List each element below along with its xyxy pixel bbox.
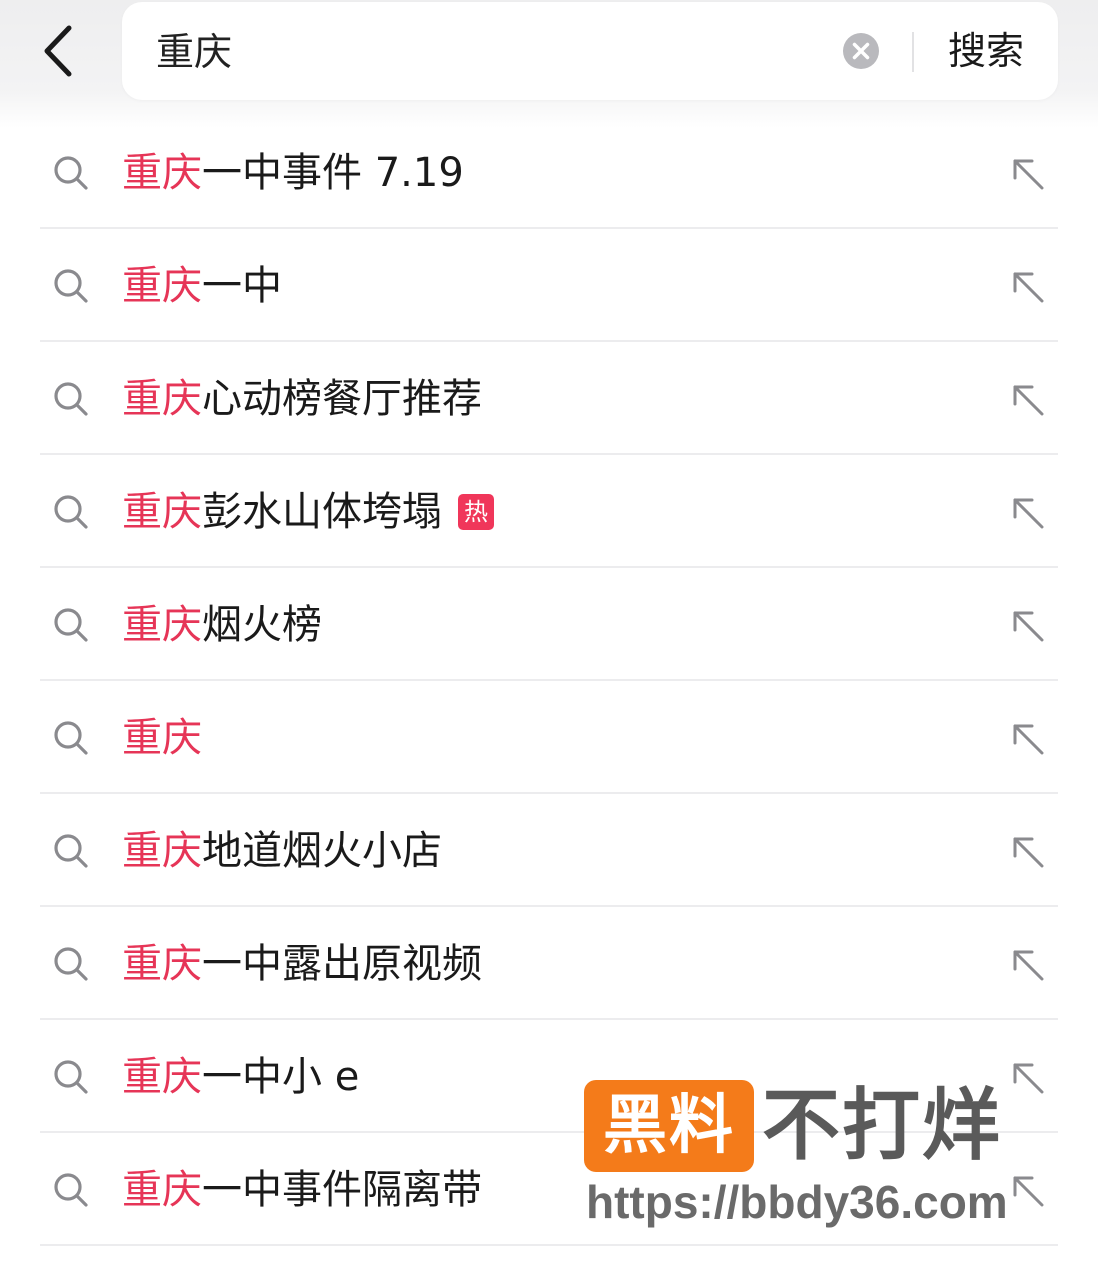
arrow-up-left-icon[interactable] [1008,380,1048,420]
suggestion-highlight: 重庆 [122,715,202,761]
suggestion-item[interactable]: 重庆 [40,681,1058,794]
suggestion-item[interactable]: 重庆 一中事件 7.19 [40,116,1058,229]
back-button[interactable] [30,18,86,84]
suggestion-text: 重庆 一中露出原视频 [122,935,482,993]
arrow-up-left-icon[interactable] [1008,606,1048,646]
suggestion-item[interactable]: 重庆 一中事件隔离带 [40,1133,1058,1246]
suggestion-item[interactable]: 重庆 地道烟火小店 [40,794,1058,907]
top-bar: 搜索 [0,0,1098,128]
search-icon [54,495,88,529]
suggestion-highlight: 重庆 [122,263,202,309]
search-icon [54,1173,88,1207]
suggestion-item[interactable]: 重庆 心动榜餐厅推荐 [40,342,1058,455]
chevron-left-icon [44,25,72,77]
suggestion-item[interactable]: 重庆 一中小 e [40,1020,1058,1133]
search-divider [912,32,914,72]
arrow-up-left-icon[interactable] [1008,154,1048,194]
search-box: 搜索 [122,2,1058,100]
search-input[interactable] [156,24,796,80]
suggestion-rest: 一中小 e [202,1054,360,1100]
suggestion-highlight: 重庆 [122,941,202,987]
suggestion-item[interactable]: 重庆 彭水山体垮塌热 [40,455,1058,568]
arrow-up-left-icon[interactable] [1008,1058,1048,1098]
suggestion-highlight: 重庆 [122,489,202,535]
search-icon [54,382,88,416]
suggestion-item[interactable]: 重庆 一中露出原视频 [40,907,1058,1020]
suggestion-highlight: 重庆 [122,150,202,196]
suggestion-highlight: 重庆 [122,1167,202,1213]
search-icon [54,156,88,190]
suggestion-highlight: 重庆 [122,1054,202,1100]
search-icon [54,834,88,868]
search-icon [54,1060,88,1094]
suggestion-rest: 一中露出原视频 [202,941,482,987]
suggestion-rest: 一中事件隔离带 [202,1167,482,1213]
suggestion-rest: 一中 [202,263,282,309]
suggestion-item[interactable]: 重庆 一中 [40,229,1058,342]
arrow-up-left-icon[interactable] [1008,945,1048,985]
suggestion-rest: 彭水山体垮塌 [202,489,442,535]
arrow-up-left-icon[interactable] [1008,267,1048,307]
suggestion-text: 重庆 一中事件隔离带 [122,1161,482,1219]
suggestion-rest: 地道烟火小店 [202,828,442,874]
suggestion-rest: 烟火榜 [202,602,322,648]
suggestion-text: 重庆 一中 [122,257,282,315]
clear-circle-icon[interactable] [842,32,880,70]
suggestion-rest: 心动榜餐厅推荐 [202,376,482,422]
arrow-up-left-icon[interactable] [1008,719,1048,759]
suggestion-text: 重庆 一中事件 7.19 [122,144,464,202]
arrow-up-left-icon[interactable] [1008,832,1048,872]
suggestion-highlight: 重庆 [122,828,202,874]
arrow-up-left-icon[interactable] [1008,1171,1048,1211]
suggestion-text: 重庆 彭水山体垮塌热 [122,483,494,541]
suggestion-text: 重庆 烟火榜 [122,596,322,654]
search-button[interactable]: 搜索 [934,22,1038,80]
search-icon [54,947,88,981]
search-icon [54,608,88,642]
suggestion-highlight: 重庆 [122,602,202,648]
suggestion-highlight: 重庆 [122,376,202,422]
hot-badge: 热 [458,494,494,530]
suggestion-text: 重庆 一中小 e [122,1048,359,1106]
suggestion-text: 重庆 地道烟火小店 [122,822,442,880]
suggestion-text: 重庆 心动榜餐厅推荐 [122,370,482,428]
search-icon [54,269,88,303]
suggestion-rest: 一中事件 7.19 [202,150,464,196]
arrow-up-left-icon[interactable] [1008,493,1048,533]
suggestion-item[interactable]: 重庆 烟火榜 [40,568,1058,681]
search-icon [54,721,88,755]
suggestion-text: 重庆 [122,709,202,767]
